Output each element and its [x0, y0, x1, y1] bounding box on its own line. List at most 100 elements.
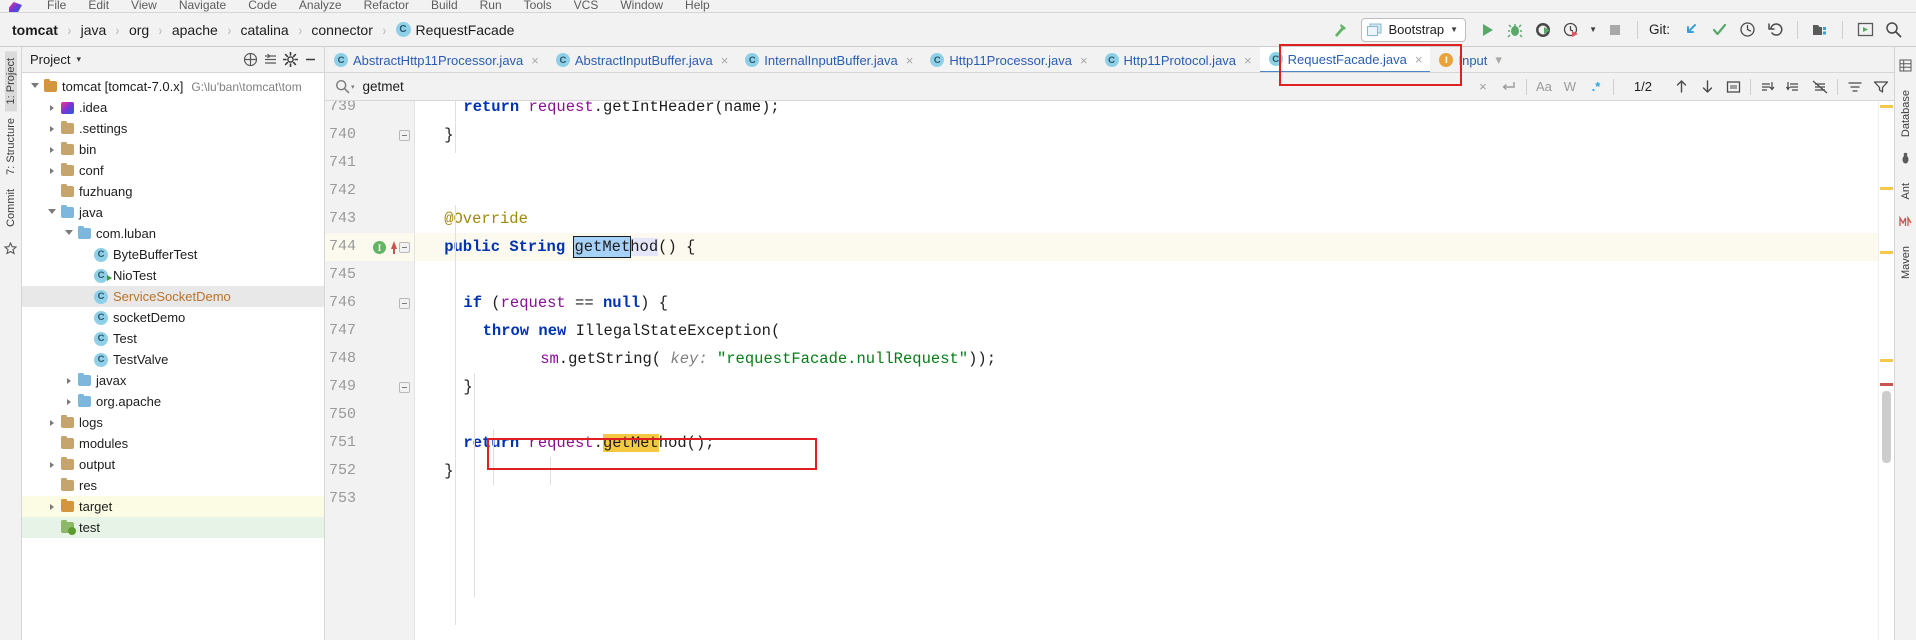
- code-line[interactable]: @Override: [444, 205, 528, 233]
- run-configuration-selector[interactable]: Bootstrap ▼: [1361, 17, 1467, 42]
- code-line[interactable]: if (request == null) {: [463, 289, 668, 317]
- chevron-down-icon[interactable]: ▼: [1586, 25, 1600, 34]
- menu-item-build[interactable]: Build: [420, 0, 469, 12]
- tree-node-fuzhuang[interactable]: fuzhuang: [22, 181, 324, 202]
- editor-tab-input[interactable]: I Input ▾: [1430, 47, 1509, 72]
- chevron-down-icon[interactable]: [45, 208, 58, 217]
- code-line[interactable]: public String getMethod() {: [444, 233, 695, 261]
- vertical-scrollbar-thumb[interactable]: [1882, 391, 1891, 463]
- scope-icon[interactable]: [1842, 75, 1868, 99]
- search-icon[interactable]: ▾: [335, 79, 355, 94]
- tool-window-database[interactable]: Database: [1900, 83, 1912, 144]
- code-line[interactable]: return request.getMethod();: [463, 429, 715, 457]
- project-tree[interactable]: tomcat [tomcat-7.0.x] G:\lu'ban\tomcat\to…: [22, 73, 324, 640]
- chevron-down-icon[interactable]: ▾: [76, 54, 81, 65]
- commit-icon[interactable]: [1706, 17, 1732, 43]
- menu-item-refactor[interactable]: Refactor: [353, 0, 420, 12]
- menu-item-run[interactable]: Run: [469, 0, 513, 12]
- chevron-right-icon[interactable]: [45, 503, 58, 510]
- code-line[interactable]: throw new IllegalStateException(: [483, 317, 781, 345]
- menu-item-view[interactable]: View: [120, 0, 168, 12]
- database-grid-icon[interactable]: [1899, 59, 1912, 75]
- tool-window-commit[interactable]: Commit: [5, 182, 17, 234]
- chevron-right-icon[interactable]: [45, 461, 58, 468]
- overriding-method-arrow-icon[interactable]: [391, 241, 397, 254]
- project-structure-icon[interactable]: [1807, 17, 1833, 43]
- gear-icon[interactable]: [280, 50, 300, 70]
- regex-toggle[interactable]: .*: [1583, 75, 1609, 99]
- editor-gutter[interactable]: 739 740 741 742 743 744 I 745 746 747 748 749 750 751…: [325, 101, 415, 640]
- arrow-down-icon[interactable]: [1694, 75, 1720, 99]
- match-case-toggle[interactable]: Aa: [1531, 75, 1557, 99]
- breadcrumb-item-connector[interactable]: connector: [311, 22, 372, 38]
- tree-node-bytebuffertest[interactable]: C ByteBufferTest: [22, 244, 324, 265]
- tree-node-com.luban[interactable]: com.luban: [22, 223, 324, 244]
- breadcrumb-item-org[interactable]: org: [129, 22, 149, 38]
- filter-except-comments-icon[interactable]: [1807, 75, 1833, 99]
- error-stripe-mark[interactable]: [1880, 105, 1893, 108]
- close-icon[interactable]: ×: [1080, 53, 1088, 68]
- tree-node-tomcat[interactable]: tomcat [tomcat-7.0.x] G:\lu'ban\tomcat\to…: [22, 76, 324, 97]
- error-stripe-mark[interactable]: [1880, 187, 1893, 190]
- tree-node-org.apache[interactable]: org.apache: [22, 391, 324, 412]
- tree-node-javax[interactable]: javax: [22, 370, 324, 391]
- close-icon[interactable]: ×: [531, 53, 539, 68]
- run-anything-icon[interactable]: [1852, 17, 1878, 43]
- chevron-right-icon[interactable]: [45, 167, 58, 174]
- select-opened-file-icon[interactable]: [240, 50, 260, 70]
- words-toggle[interactable]: W: [1557, 75, 1583, 99]
- chevron-down-icon[interactable]: ▾: [351, 83, 355, 91]
- tool-window-maven[interactable]: Maven: [1900, 239, 1912, 286]
- debug-icon[interactable]: [1502, 17, 1528, 43]
- error-stripe-markers[interactable]: [1878, 101, 1894, 640]
- tool-window-project[interactable]: 1: Project: [4, 51, 17, 112]
- chevron-right-icon[interactable]: [62, 377, 75, 384]
- multiline-icon[interactable]: [1496, 75, 1522, 99]
- chevron-down-icon[interactable]: [62, 229, 75, 238]
- menu-item-help[interactable]: Help: [674, 0, 721, 12]
- menu-item-code[interactable]: Code: [237, 0, 288, 12]
- menu-item-vcs[interactable]: VCS: [563, 0, 610, 12]
- error-stripe-mark[interactable]: [1880, 251, 1893, 254]
- code-fold-icon[interactable]: [399, 298, 410, 309]
- tree-node-testvalve[interactable]: C TestValve: [22, 349, 324, 370]
- filter-in-comments-icon[interactable]: [1755, 75, 1781, 99]
- maven-icon[interactable]: [1899, 215, 1912, 231]
- tree-node-logs[interactable]: logs: [22, 412, 324, 433]
- collapse-all-icon[interactable]: [260, 50, 280, 70]
- code-line[interactable]: }: [444, 457, 453, 485]
- favorites-icon[interactable]: [3, 241, 18, 258]
- close-icon[interactable]: ×: [1415, 52, 1423, 67]
- code-line[interactable]: }: [463, 373, 472, 401]
- close-icon[interactable]: ×: [1244, 53, 1252, 68]
- code-fold-icon[interactable]: [399, 382, 410, 393]
- tree-node-.settings[interactable]: .settings: [22, 118, 324, 139]
- editor-tab-requestfacade[interactable]: C RequestFacade.java ×: [1259, 47, 1431, 72]
- close-icon[interactable]: ×: [721, 53, 729, 68]
- code-line[interactable]: sm.getString( key: "requestFacade.nullRe…: [540, 345, 996, 373]
- run-icon[interactable]: [1474, 17, 1500, 43]
- menu-item-tools[interactable]: Tools: [513, 0, 563, 12]
- hide-icon[interactable]: [300, 50, 320, 70]
- tree-node-servicesocketdemo[interactable]: C ServiceSocketDemo: [22, 286, 324, 307]
- code-content[interactable]: return request.getIntHeader(name);} @Over…: [415, 101, 1878, 640]
- ant-icon[interactable]: [1899, 152, 1912, 168]
- search-everywhere-icon[interactable]: [1880, 17, 1906, 43]
- code-fold-icon[interactable]: [399, 130, 410, 141]
- tool-window-ant[interactable]: Ant: [1900, 176, 1912, 207]
- error-stripe-mark[interactable]: [1880, 383, 1893, 386]
- tree-node-bin[interactable]: bin: [22, 139, 324, 160]
- chevron-right-icon[interactable]: [45, 146, 58, 153]
- tree-node-output[interactable]: output: [22, 454, 324, 475]
- clear-search-icon[interactable]: ×: [1470, 75, 1496, 99]
- history-icon[interactable]: [1734, 17, 1760, 43]
- code-line[interactable]: return request.getIntHeader(name);: [463, 101, 779, 121]
- editor-tab-abstractinputbuffer[interactable]: C AbstractInputBuffer.java ×: [547, 47, 736, 72]
- stop-icon[interactable]: [1602, 17, 1628, 43]
- tree-node-niotest[interactable]: C NioTest: [22, 265, 324, 286]
- tree-node-conf[interactable]: conf: [22, 160, 324, 181]
- implements-method-marker-icon[interactable]: I: [373, 241, 386, 254]
- breadcrumb-item-tomcat[interactable]: tomcat: [12, 22, 58, 38]
- menu-item-window[interactable]: Window: [609, 0, 674, 12]
- menu-item-file[interactable]: File: [36, 0, 77, 12]
